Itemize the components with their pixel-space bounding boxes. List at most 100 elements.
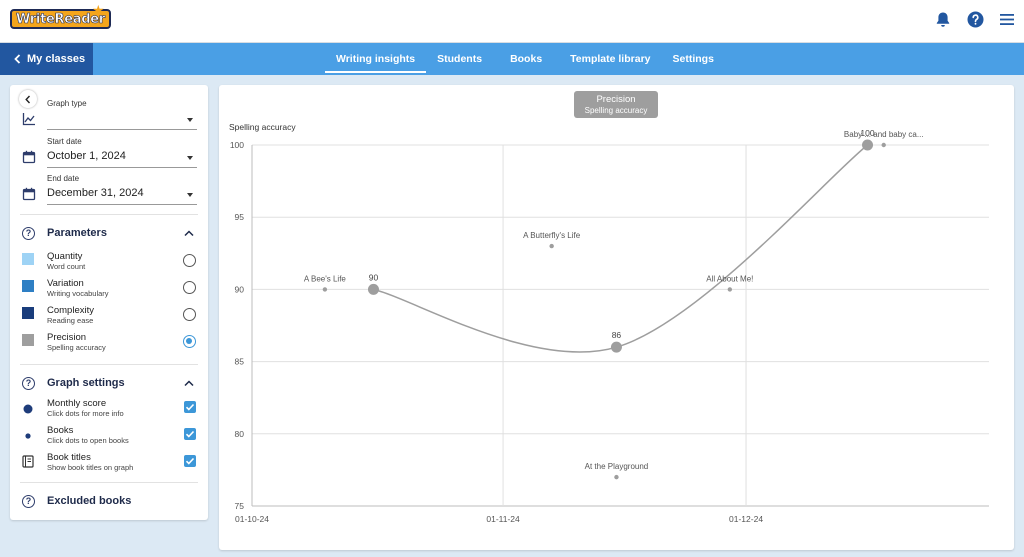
monthly-score-label: 90 [369, 272, 379, 282]
parameter-precision[interactable]: Precision Spelling accuracy [22, 332, 198, 354]
graph-settings-header[interactable]: ? Graph settings [22, 375, 198, 391]
book-title-label: A Bee's Life [304, 274, 347, 283]
my-classes-button[interactable]: My classes [0, 43, 93, 75]
quantity-swatch [22, 253, 34, 265]
tab-settings[interactable]: Settings [662, 43, 725, 75]
books-checkbox[interactable] [184, 428, 196, 440]
x-tick-label: 01-12-24 [729, 514, 763, 524]
monthly-score-dot[interactable] [610, 341, 622, 353]
divider [20, 364, 198, 365]
legend-title: Precision [596, 94, 636, 105]
parameter-subtitle: Spelling accuracy [47, 343, 106, 352]
start-date-value: October 1, 2024 [47, 150, 126, 162]
start-date-label: Start date [47, 137, 82, 146]
bell-icon[interactable] [934, 10, 952, 28]
writereader-logo[interactable]: WriteReader ★ [10, 2, 111, 30]
help-circle-icon: ? [22, 494, 35, 508]
setting-title: Books [47, 425, 74, 436]
dropdown-caret-icon [187, 118, 193, 122]
tab-books[interactable]: Books [493, 43, 559, 75]
y-tick-label: 85 [235, 357, 245, 367]
setting-subtitle: Click dots for more info [47, 409, 124, 418]
complexity-swatch [22, 307, 34, 319]
parameters-header[interactable]: ? Parameters [22, 225, 198, 241]
help-icon[interactable] [966, 10, 984, 28]
variation-radio[interactable] [183, 281, 196, 294]
y-tick-label: 80 [235, 429, 245, 439]
divider [20, 482, 198, 483]
book-title-label: At the Playground [585, 462, 649, 471]
variation-swatch [22, 280, 34, 292]
line-chart-icon [22, 113, 35, 126]
excluded-books-header[interactable]: ? Excluded books [22, 493, 198, 509]
start-date-select[interactable]: Start date October 1, 2024 [47, 137, 197, 168]
book-dot[interactable] [322, 287, 328, 292]
graph-type-select[interactable]: Graph type [47, 99, 197, 130]
setting-monthly-score[interactable]: Monthly score Click dots for more info [22, 398, 198, 420]
y-tick-label: 95 [235, 212, 245, 222]
calendar-icon [22, 187, 36, 201]
chart-card: 75 80 85 90 95 100 01-10-24 01-11-24 01-12-24 A B… [219, 85, 1014, 550]
book-title-label: A Butterfly's Life [523, 231, 581, 240]
parameter-title: Complexity [47, 305, 94, 316]
parameter-subtitle: Reading ease [47, 316, 94, 325]
logo-star-icon: ★ [92, 2, 105, 18]
tab-template-library[interactable]: Template library [559, 43, 661, 75]
collapse-panel-button[interactable] [19, 90, 37, 108]
y-tick-label: 75 [235, 501, 245, 511]
setting-title: Book titles [47, 452, 91, 463]
setting-title: Monthly score [47, 398, 107, 409]
menu-icon[interactable] [998, 10, 1016, 28]
parameter-complexity[interactable]: Complexity Reading ease [22, 305, 198, 327]
book-icon [22, 455, 34, 468]
small-dot-icon [25, 433, 31, 439]
end-date-select[interactable]: End date December 31, 2024 [47, 174, 197, 205]
book-dot[interactable] [549, 243, 554, 249]
excluded-books-title: Excluded books [47, 495, 132, 507]
my-classes-label: My classes [27, 53, 86, 65]
legend-precision-button[interactable]: Precision Spelling accuracy [574, 91, 658, 118]
graph-settings-title: Graph settings [47, 377, 125, 389]
x-tick-label: 01-10-24 [235, 514, 269, 524]
tab-students[interactable]: Students [426, 43, 493, 75]
complexity-radio[interactable] [183, 308, 196, 321]
calendar-icon [22, 150, 36, 164]
nav-tabs: Writing insights Students Books Template… [325, 43, 725, 75]
precision-swatch [22, 334, 34, 346]
setting-book-titles[interactable]: Book titles Show book titles on graph [22, 452, 198, 474]
settings-panel: Graph type Start date October 1, 2024 En… [10, 85, 208, 520]
x-tick-label: 01-11-24 [486, 514, 520, 524]
book-dot[interactable] [614, 474, 619, 480]
monthly-score-label: 100 [860, 128, 874, 138]
parameter-quantity[interactable]: Quantity Word count [22, 251, 198, 273]
end-date-label: End date [47, 174, 80, 183]
y-tick-label: 90 [235, 284, 245, 294]
setting-books[interactable]: Books Click dots to open books [22, 425, 198, 447]
end-date-value: December 31, 2024 [47, 187, 144, 199]
setting-subtitle: Show book titles on graph [47, 463, 134, 472]
tab-writing-insights[interactable]: Writing insights [325, 43, 427, 75]
setting-subtitle: Click dots to open books [47, 436, 129, 445]
dropdown-caret-icon [187, 193, 193, 197]
parameter-variation[interactable]: Variation Writing vocabulary [22, 278, 198, 300]
book-dot[interactable] [881, 142, 886, 148]
quantity-radio[interactable] [183, 254, 196, 267]
chevron-up-icon [184, 229, 194, 236]
monthly-score-dot[interactable] [367, 283, 379, 295]
book-titles-checkbox[interactable] [184, 455, 196, 467]
dropdown-caret-icon [187, 156, 193, 160]
y-axis-label: Spelling accuracy [229, 122, 296, 132]
monthly-score-label: 86 [612, 330, 622, 340]
monthly-score-dot[interactable] [862, 139, 874, 151]
chevron-up-icon [184, 379, 194, 386]
help-circle-icon: ? [22, 226, 35, 240]
chevron-left-icon [25, 95, 31, 103]
monthly-score-checkbox[interactable] [184, 401, 196, 413]
divider [20, 214, 198, 215]
monthly-score-line [373, 144, 868, 353]
nav-bar: My classes Writing insights Students Boo… [0, 43, 1024, 75]
parameter-title: Quantity [47, 251, 83, 262]
precision-radio[interactable] [183, 335, 196, 348]
legend-subtitle: Spelling accuracy [584, 106, 648, 115]
book-dot[interactable] [727, 287, 733, 292]
